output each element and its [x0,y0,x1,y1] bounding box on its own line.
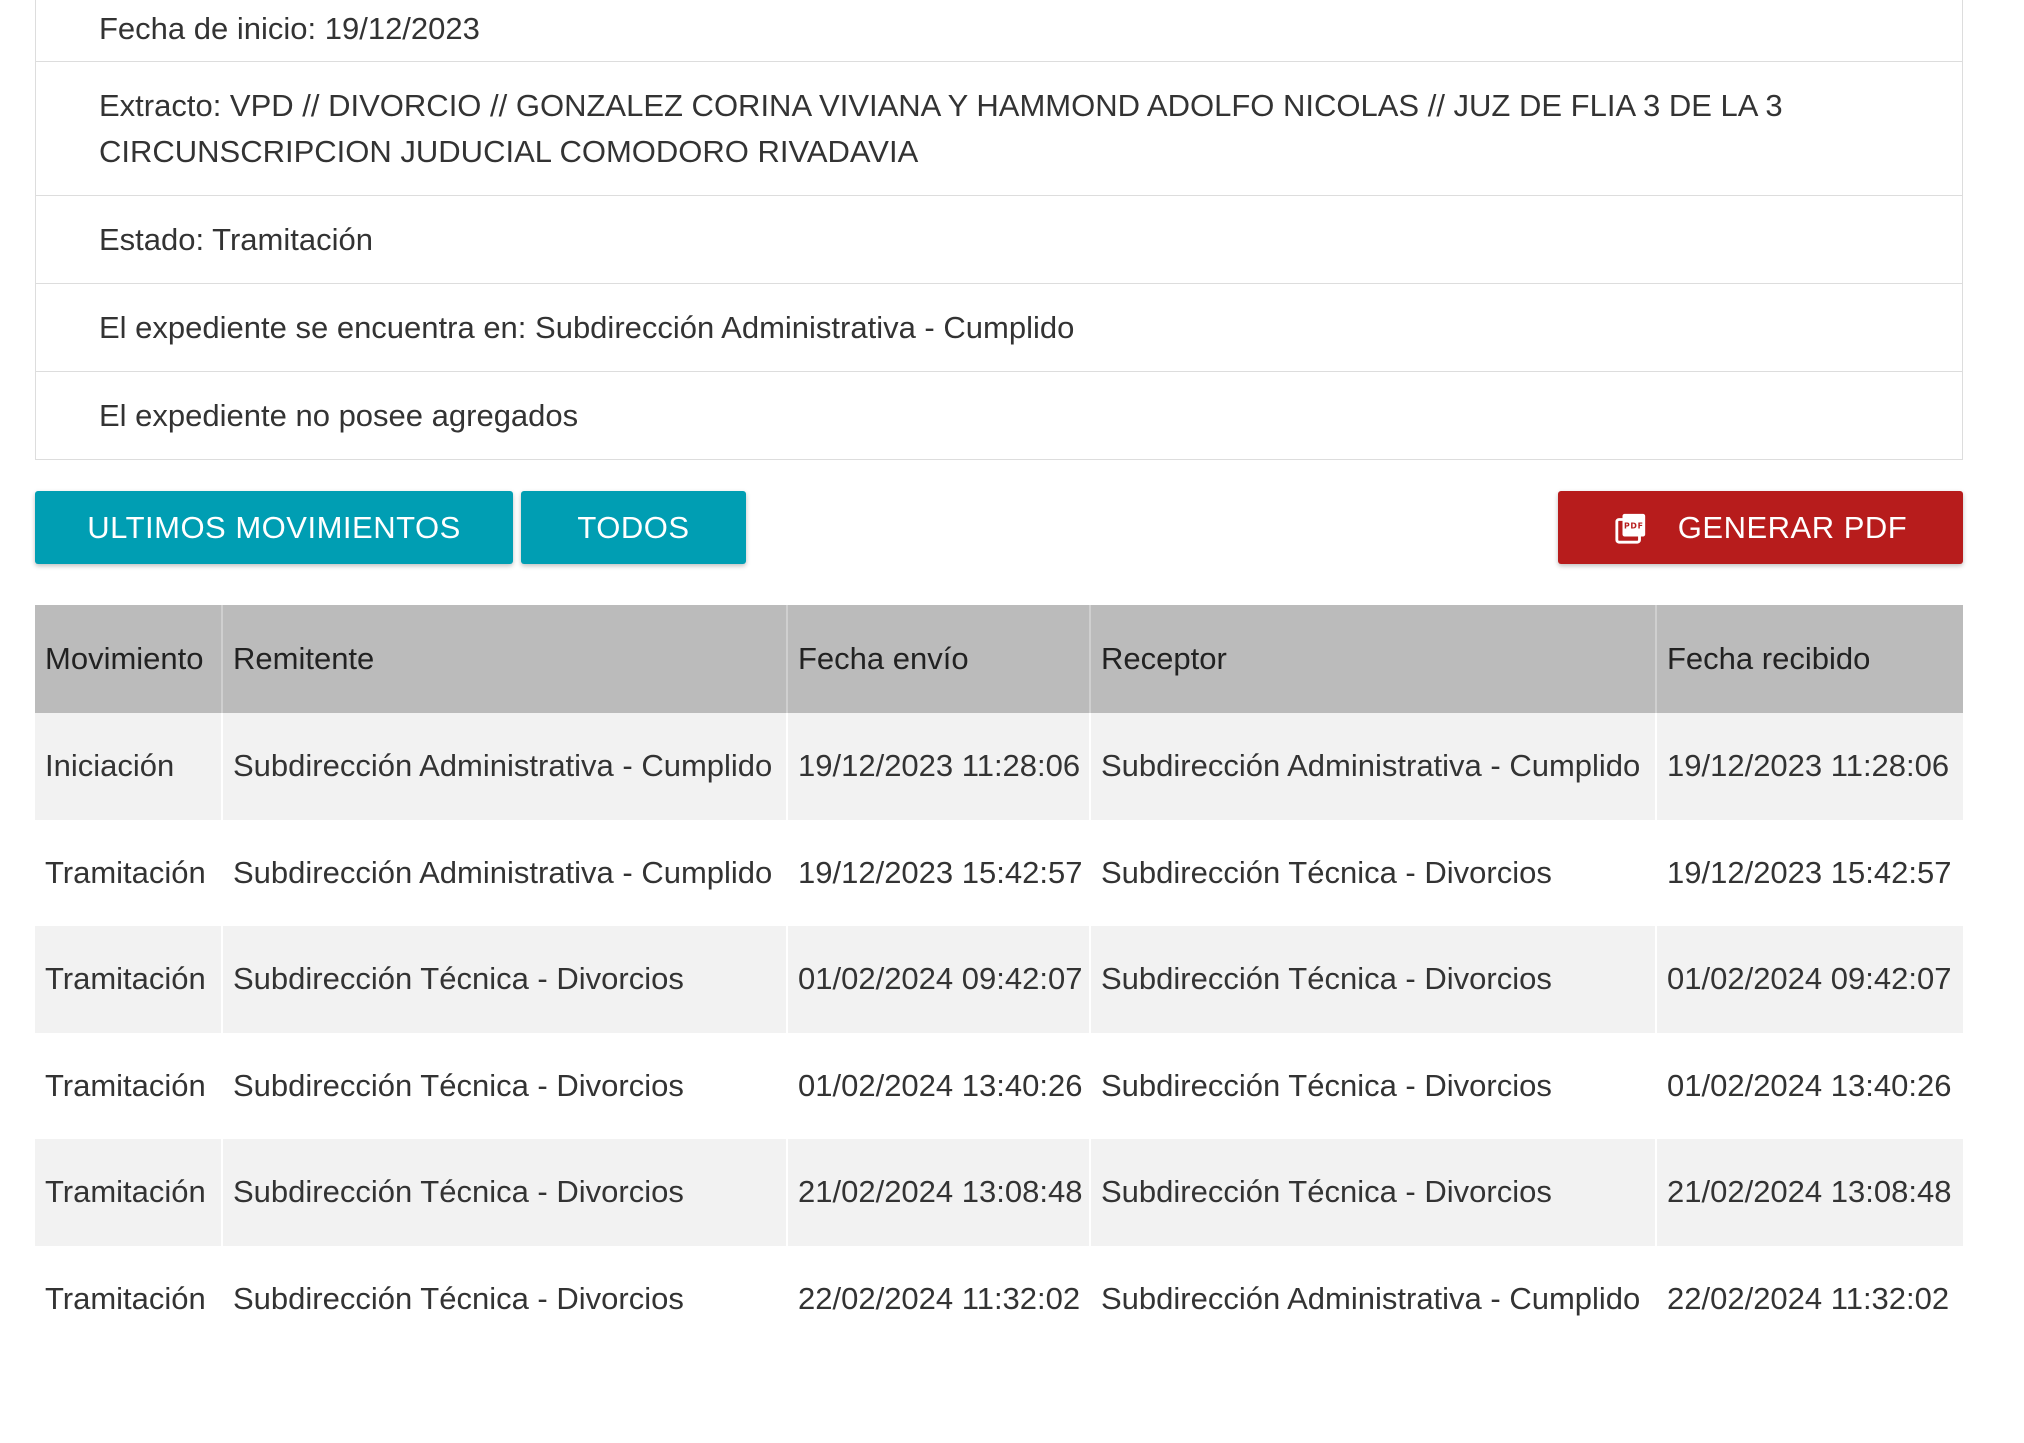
cell-fecha-envio: 01/02/2024 13:40:26 [786,1032,1090,1139]
expediente-page: Fecha de inicio: 19/12/2023 Extracto: VP… [0,0,2024,1443]
table-row: Tramitación Subdirección Técnica - Divor… [35,926,1963,1033]
fecha-inicio: Fecha de inicio: 19/12/2023 [99,10,480,46]
agregados: El expediente no posee agregados [36,371,1962,459]
cell-receptor: Subdirección Técnica - Divorcios [1089,1139,1656,1246]
svg-text:PDF: PDF [1624,521,1644,530]
ubicacion: El expediente se encuentra en: Subdirecc… [36,283,1962,371]
table-header-row: Movimiento Remitente Fecha envío Recepto… [35,605,1963,713]
cell-receptor: Subdirección Técnica - Divorcios [1089,926,1656,1033]
cell-receptor: Subdirección Técnica - Divorcios [1089,819,1656,926]
cell-fecha-recibido: 19/12/2023 15:42:57 [1655,819,1963,926]
table-row: Tramitación Subdirección Administrativa … [35,819,1963,926]
cell-movimiento: Tramitación [35,1245,222,1352]
table-row: Tramitación Subdirección Técnica - Divor… [35,1245,1963,1352]
cell-movimiento: Tramitación [35,1032,222,1139]
todos-button[interactable]: TODOS [521,491,746,564]
header-fecha-envio: Fecha envío [786,605,1090,713]
todos-label: TODOS [577,509,690,545]
header-receptor: Receptor [1089,605,1656,713]
cell-fecha-envio: 22/02/2024 11:32:02 [786,1245,1090,1352]
cell-remitente: Subdirección Técnica - Divorcios [221,1139,787,1246]
movimientos-toolbar: ULTIMOS MOVIMIENTOS TODOS PDF GENERAR PD… [35,491,1963,564]
ultimos-movimientos-button[interactable]: ULTIMOS MOVIMIENTOS [35,491,513,564]
table-row: Iniciación Subdirección Administrativa -… [35,713,1963,820]
cell-receptor: Subdirección Administrativa - Cumplido [1089,1245,1656,1352]
cell-receptor: Subdirección Técnica - Divorcios [1089,1032,1656,1139]
cell-remitente: Subdirección Técnica - Divorcios [221,1032,787,1139]
cell-fecha-envio: 19/12/2023 15:42:57 [786,819,1090,926]
cell-movimiento: Tramitación [35,1139,222,1246]
movimientos-table: Movimiento Remitente Fecha envío Recepto… [35,605,1963,1352]
cell-remitente: Subdirección Administrativa - Cumplido [221,819,787,926]
cell-fecha-recibido: 22/02/2024 11:32:02 [1655,1245,1963,1352]
header-remitente: Remitente [221,605,787,713]
header-fecha-recibido: Fecha recibido [1655,605,1963,713]
generar-pdf-button[interactable]: PDF GENERAR PDF [1558,491,1963,564]
cell-movimiento: Tramitación [35,926,222,1033]
cell-fecha-envio: 21/02/2024 13:08:48 [786,1139,1090,1246]
estado: Estado: Tramitación [36,195,1962,283]
cell-receptor: Subdirección Administrativa - Cumplido [1089,713,1656,820]
cell-fecha-envio: 19/12/2023 11:28:06 [786,713,1090,820]
header-movimiento: Movimiento [35,605,222,713]
expediente-info-list: Fecha de inicio: 19/12/2023 Extracto: VP… [35,0,1963,460]
cell-fecha-envio: 01/02/2024 09:42:07 [786,926,1090,1033]
pdf-icon: PDF [1614,511,1648,545]
cell-fecha-recibido: 01/02/2024 09:42:07 [1655,926,1963,1033]
cell-movimiento: Tramitación [35,819,222,926]
cell-fecha-recibido: 21/02/2024 13:08:48 [1655,1139,1963,1246]
cell-remitente: Subdirección Administrativa - Cumplido [221,713,787,820]
cell-fecha-recibido: 01/02/2024 13:40:26 [1655,1032,1963,1139]
ultimos-movimientos-label: ULTIMOS MOVIMIENTOS [87,509,461,545]
cell-movimiento: Iniciación [35,713,222,820]
table-row: Tramitación Subdirección Técnica - Divor… [35,1139,1963,1246]
cell-remitente: Subdirección Técnica - Divorcios [221,926,787,1033]
cell-fecha-recibido: 19/12/2023 11:28:06 [1655,713,1963,820]
table-row: Tramitación Subdirección Técnica - Divor… [35,1032,1963,1139]
extracto: Extracto: VPD // DIVORCIO // GONZALEZ CO… [36,61,1962,195]
generar-pdf-label: GENERAR PDF [1677,509,1908,545]
cell-remitente: Subdirección Técnica - Divorcios [221,1245,787,1352]
